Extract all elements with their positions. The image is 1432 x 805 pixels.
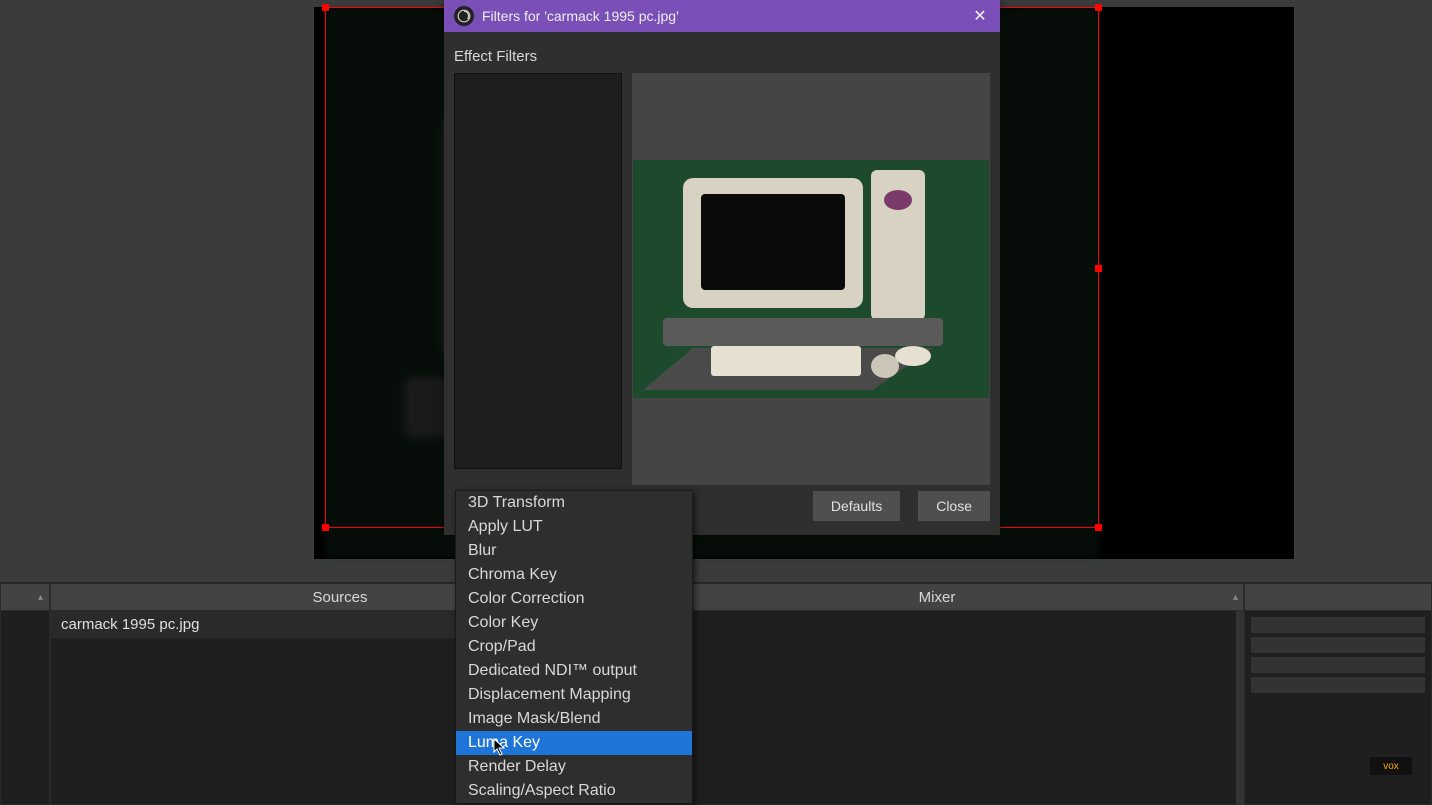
menu-item[interactable]: Chroma Key: [456, 563, 692, 587]
vox-badge: vox: [1370, 757, 1412, 775]
menu-item[interactable]: Scaling/Aspect Ratio: [456, 779, 692, 803]
menu-item[interactable]: Image Mask/Blend: [456, 707, 692, 731]
dialog-titlebar[interactable]: Filters for 'carmack 1995 pc.jpg' ✕: [444, 0, 1000, 32]
filters-dialog: Filters for 'carmack 1995 pc.jpg' ✕ Effe…: [444, 0, 1000, 535]
mixer-dock: Mixer ▴: [630, 583, 1244, 805]
menu-item[interactable]: Blur: [456, 539, 692, 563]
menu-item[interactable]: Dedicated NDI™ output: [456, 659, 692, 683]
filter-list[interactable]: [454, 73, 622, 469]
dock-handle-icon[interactable]: ▴: [1233, 592, 1238, 603]
defaults-button[interactable]: Defaults: [813, 491, 900, 521]
preview-image: [633, 160, 989, 398]
obs-icon: [454, 6, 474, 26]
scrollbar[interactable]: [1236, 611, 1244, 805]
menu-item[interactable]: 3D Transform: [456, 491, 692, 515]
menu-item[interactable]: Luma Key: [456, 731, 692, 755]
dialog-title: Filters for 'carmack 1995 pc.jpg': [482, 8, 679, 24]
menu-item[interactable]: Color Key: [456, 611, 692, 635]
close-icon[interactable]: ✕: [966, 4, 994, 28]
menu-item[interactable]: Crop/Pad: [456, 635, 692, 659]
menu-item[interactable]: Apply LUT: [456, 515, 692, 539]
add-filter-menu: 3D TransformApply LUTBlurChroma KeyColor…: [455, 490, 693, 804]
menu-item[interactable]: Displacement Mapping: [456, 683, 692, 707]
scenes-dock: ▴: [0, 583, 50, 805]
menu-item[interactable]: Render Delay: [456, 755, 692, 779]
menu-item[interactable]: Color Correction: [456, 587, 692, 611]
effect-filters-label: Effect Filters: [454, 42, 990, 73]
dock-row: ▴ Sources carmack 1995 pc.jpg Mixer▴: [0, 582, 1432, 805]
filter-preview-pane: [632, 73, 990, 485]
close-button[interactable]: Close: [918, 491, 990, 521]
mixer-title: Mixer: [919, 589, 956, 606]
dock-handle-icon[interactable]: ▴: [38, 592, 43, 603]
